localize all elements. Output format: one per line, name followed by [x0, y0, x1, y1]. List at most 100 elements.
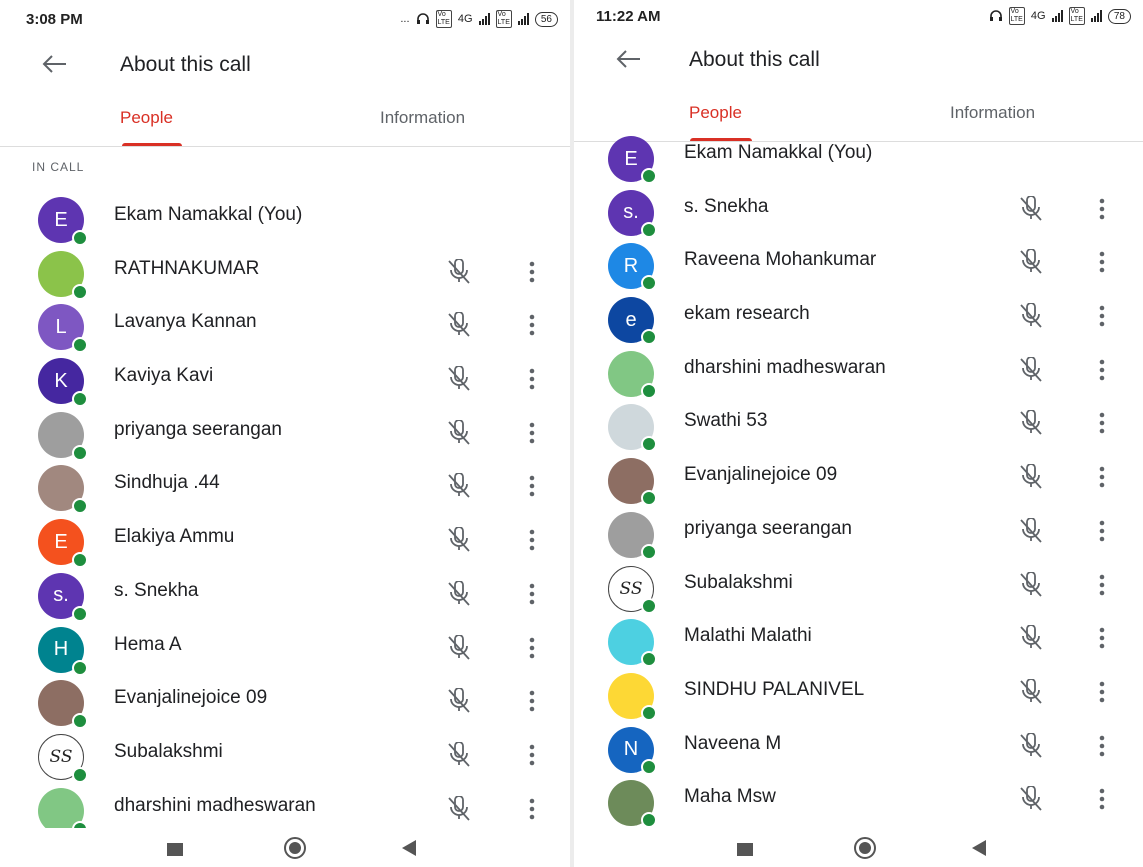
home-button[interactable] [284, 837, 306, 859]
participant-name: Subalakshmi [684, 571, 793, 593]
participant-list: E Ekam Namakkal (You) s. s. Snekha R Raveena … [574, 128, 1143, 829]
participant-row[interactable]: Evanjalinejoice 09 [574, 450, 1143, 507]
home-button[interactable] [854, 837, 876, 859]
mic-off-icon[interactable] [1017, 516, 1045, 544]
system-back-button[interactable] [402, 840, 416, 856]
recents-button[interactable] [167, 843, 183, 856]
participant-name: Kaviya Kavi [114, 365, 214, 387]
mic-off-icon[interactable] [445, 418, 473, 446]
more-options-icon[interactable] [524, 312, 540, 338]
more-options-icon[interactable] [1094, 786, 1110, 812]
participant-row[interactable]: priyanga seerangan [0, 402, 570, 461]
tab-information[interactable]: Information [950, 103, 1035, 123]
participant-row[interactable]: SS Subalakshmi [0, 724, 570, 783]
participant-row[interactable]: L Lavanya Kannan [0, 294, 570, 354]
more-options-icon[interactable] [1094, 518, 1110, 544]
participant-row[interactable]: e ekam research [574, 289, 1143, 346]
more-options-icon[interactable] [524, 473, 540, 499]
more-options-icon[interactable] [1094, 196, 1110, 222]
more-options-icon[interactable] [524, 796, 540, 822]
more-options-icon[interactable] [524, 366, 540, 392]
more-options-icon[interactable] [524, 742, 540, 768]
mic-off-icon[interactable] [445, 687, 473, 714]
more-options-icon[interactable] [524, 259, 540, 285]
participant-name: Ekam Namakkal (You) [114, 204, 303, 225]
participant-name: RATHNAKUMAR [114, 257, 260, 279]
mic-off-icon[interactable] [445, 472, 473, 499]
status-bar: 3:08 PM ... Vo LTE 4G Vo LTE 56 [0, 0, 570, 36]
more-options-icon[interactable] [524, 527, 540, 553]
mic-off-icon[interactable] [1017, 624, 1045, 651]
back-arrow-icon[interactable] [614, 47, 642, 71]
more-options-icon[interactable] [1094, 733, 1110, 759]
mic-off-icon[interactable] [1017, 194, 1045, 222]
participant-row[interactable]: H Hema A [0, 617, 570, 676]
mic-off-icon[interactable] [445, 794, 473, 822]
more-options-icon[interactable] [1094, 303, 1110, 329]
more-options-icon[interactable] [1094, 410, 1110, 436]
participant-name: Elakiya Ammu [114, 526, 235, 548]
back-arrow-icon[interactable] [40, 52, 68, 76]
participant-row[interactable]: dharshini madheswaran [0, 778, 570, 837]
signal-icon [1051, 10, 1063, 22]
participant-row[interactable]: Maha Msw [574, 772, 1143, 829]
more-options-icon[interactable] [1094, 625, 1110, 651]
recents-button[interactable] [737, 843, 753, 856]
participant-row[interactable]: s. s. Snekha [0, 563, 570, 622]
participant-name: Evanjalinejoice 09 [684, 464, 838, 486]
mic-off-icon[interactable] [1017, 677, 1045, 705]
system-back-button[interactable] [972, 840, 986, 856]
participant-row[interactable]: N Naveena M [574, 719, 1143, 775]
participant-row[interactable]: K Kaviya Kavi [0, 348, 570, 408]
network-type: 4G [457, 13, 473, 25]
tab-information[interactable]: Information [380, 108, 465, 128]
more-options-icon[interactable] [524, 581, 540, 607]
mic-off-icon[interactable] [1017, 785, 1045, 812]
mic-off-icon[interactable] [445, 526, 473, 553]
mic-off-icon[interactable] [445, 365, 473, 392]
more-options-icon[interactable] [524, 420, 540, 446]
participant-row[interactable]: Evanjalinejoice 09 [0, 670, 570, 730]
mic-off-icon[interactable] [445, 633, 473, 661]
participant-row[interactable]: priyanga seerangan [574, 504, 1143, 560]
participant-row[interactable]: Sindhuja .44 [0, 455, 570, 515]
mic-off-icon[interactable] [445, 740, 473, 768]
tab-people[interactable]: People [689, 103, 742, 123]
more-options-icon[interactable] [524, 635, 540, 661]
mic-off-icon[interactable] [445, 257, 473, 285]
more-options-icon[interactable] [1094, 249, 1110, 275]
mic-off-icon[interactable] [445, 579, 473, 607]
right-call-screen: 11:22 AM Vo LTE 4G Vo LTE 78 About this ca… [574, 0, 1143, 867]
more-options-icon[interactable] [524, 688, 540, 714]
system-nav-bar [574, 828, 1143, 867]
volte-icon: Vo LTE [1008, 7, 1025, 25]
participant-row[interactable]: Swathi 53 [574, 396, 1143, 453]
participant-row[interactable]: E Elakiya Ammu [0, 509, 570, 569]
mic-off-icon[interactable] [1017, 355, 1045, 383]
mic-off-icon[interactable] [1017, 570, 1045, 598]
participant-row[interactable]: E Ekam Namakkal (You) [0, 187, 570, 246]
participant-row[interactable]: E Ekam Namakkal (You) [574, 128, 1143, 184]
mic-off-icon[interactable] [1017, 409, 1045, 436]
mic-off-icon[interactable] [1017, 463, 1045, 490]
participant-row[interactable]: SINDHU PALANIVEL [574, 665, 1143, 721]
participant-row[interactable]: SS Subalakshmi [574, 558, 1143, 614]
more-options-icon[interactable] [1094, 679, 1110, 705]
participant-row[interactable]: s. s. Snekha [574, 182, 1143, 238]
mic-off-icon[interactable] [1017, 731, 1045, 759]
participant-row[interactable]: RATHNAKUMAR [0, 241, 570, 300]
participant-row[interactable]: R Raveena Mohankumar [574, 235, 1143, 292]
mic-off-icon[interactable] [1017, 248, 1045, 275]
mic-off-icon[interactable] [1017, 302, 1045, 329]
more-options-icon[interactable] [1094, 464, 1110, 490]
online-status-icon [641, 812, 657, 829]
participant-row[interactable]: dharshini madheswaran [574, 343, 1143, 399]
tab-people[interactable]: People [120, 108, 173, 128]
mic-off-icon[interactable] [445, 311, 473, 338]
participant-name: Naveena M [684, 732, 782, 754]
participant-row[interactable]: Malathi Malathi [574, 611, 1143, 668]
more-options-icon[interactable] [1094, 357, 1110, 383]
more-options-icon[interactable] [1094, 572, 1110, 598]
participant-name: Swathi 53 [684, 410, 768, 432]
system-nav-bar [0, 828, 570, 867]
